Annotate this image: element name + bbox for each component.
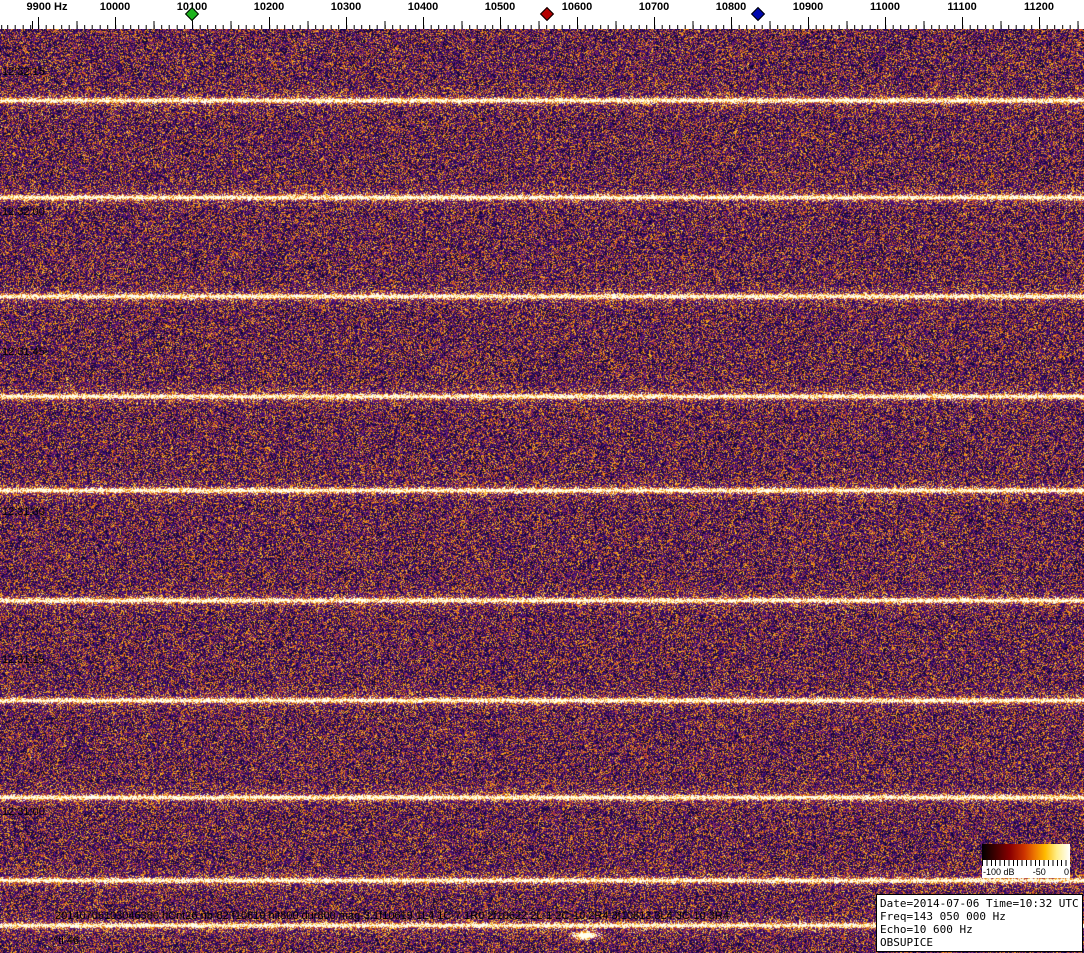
info-date-time: Date=2014-07-06 Time=10:32 UTC <box>880 897 1079 910</box>
freq-axis: 9900 Hz100001010010200103001040010500106… <box>0 0 1084 29</box>
legend-label-min: -100 dB <box>983 867 1015 877</box>
freq-tick-label: 10900 <box>793 1 824 13</box>
freq-tick-label: 10600 <box>562 1 593 13</box>
info-echo-freq: Echo=10 600 Hz <box>880 923 1079 936</box>
freq-tick-label: 10800 <box>716 1 747 13</box>
freq-major-tick <box>346 17 347 29</box>
freq-major-tick <box>731 17 732 29</box>
freq-major-tick <box>808 17 809 29</box>
legend-labels: -100 dB -50 0 <box>982 866 1070 878</box>
freq-major-tick <box>1039 17 1040 29</box>
freq-tick-label: 11200 <box>1024 1 1054 13</box>
freq-major-tick <box>115 17 116 29</box>
freq-tick-label: 10700 <box>639 1 670 13</box>
detection-annotation: 20140706103046380 hCnt26 nb-82 f10619 hi… <box>55 910 729 922</box>
freq-tick-label: 11100 <box>947 1 976 13</box>
time-label: 12:31:00 <box>2 806 45 818</box>
time-label: 12:31:45 <box>2 346 45 358</box>
freq-major-tick <box>654 17 655 29</box>
freq-tick-label: 11000 <box>870 1 900 13</box>
footer-note: ^ti 46 <box>53 935 79 947</box>
meteor-spectrogram-app: 9900 Hz100001010010200103001040010500106… <box>0 0 1084 953</box>
spectrogram: 20140706103046380 hCnt26 nb-82 f10619 hi… <box>0 29 1084 953</box>
freq-major-tick <box>885 17 886 29</box>
freq-tick-label: 10500 <box>485 1 516 13</box>
spectrogram-canvas <box>0 29 1084 953</box>
freq-major-tick <box>269 17 270 29</box>
observation-info-box: Date=2014-07-06 Time=10:32 UTC Freq=143 … <box>876 894 1083 952</box>
freq-tick-label: 10000 <box>100 1 131 13</box>
freq-tick-label: 10400 <box>408 1 439 13</box>
legend-label-max: 0 <box>1064 867 1069 877</box>
info-frequency: Freq=143 050 000 Hz <box>880 910 1079 923</box>
info-station: OBSUPICE <box>880 936 1079 949</box>
color-scale-legend: -100 dB -50 0 <box>982 844 1070 878</box>
freq-major-tick <box>38 17 39 29</box>
time-label: 12:31:30 <box>2 506 45 518</box>
time-label: 12:32:00 <box>2 206 45 218</box>
freq-tick-label: 10300 <box>331 1 362 13</box>
freq-major-tick <box>423 17 424 29</box>
freq-tick-ruler <box>0 17 1084 29</box>
color-gradient-bar <box>982 844 1070 860</box>
legend-label-mid: -50 <box>1033 867 1046 877</box>
time-label: 12:32:15 <box>2 66 45 78</box>
freq-tick-label: 10200 <box>254 1 285 13</box>
time-label: 12:31:15 <box>2 654 45 666</box>
freq-major-tick <box>962 17 963 29</box>
freq-tick-label: 9900 Hz <box>27 1 68 13</box>
freq-major-tick <box>577 17 578 29</box>
freq-major-tick <box>500 17 501 29</box>
